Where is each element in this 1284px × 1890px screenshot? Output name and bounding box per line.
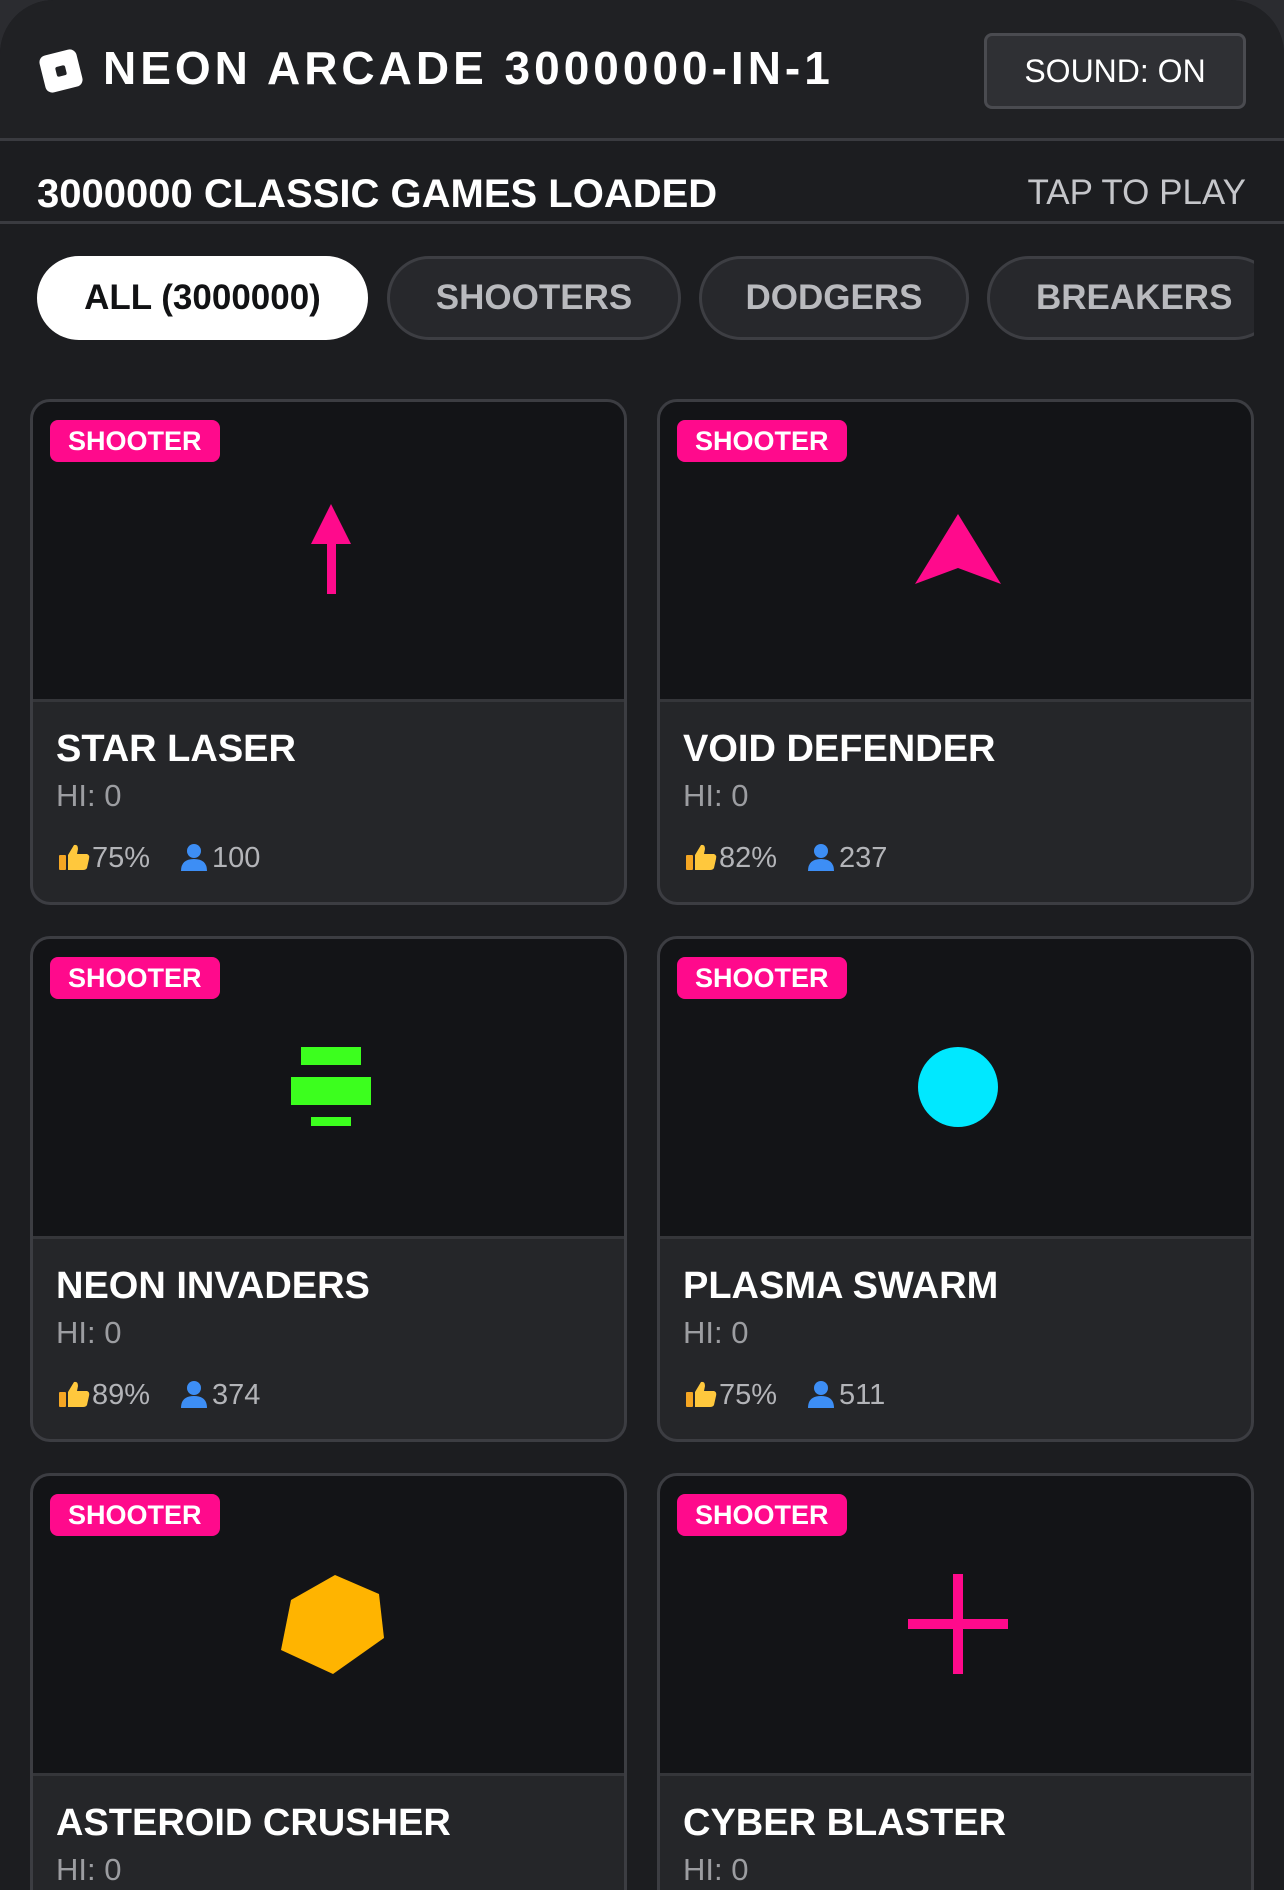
app-header: NEON ARCADE 3000000-IN-1 SOUND: ON — [0, 0, 1284, 141]
genre-badge: SHOOTER — [50, 420, 220, 462]
game-stats: 82% 237 — [683, 839, 887, 877]
rating-value: 82% — [719, 842, 778, 874]
high-score: HI: 0 — [683, 1852, 749, 1887]
game-card-plasma-swarm[interactable]: SHOOTER PLASMA SWARM HI: 0 75% 511 — [657, 936, 1254, 1442]
game-title: NEON INVADERS — [56, 1265, 370, 1307]
filter-chip-breakers[interactable]: BREAKERS — [987, 256, 1254, 340]
tap-to-play-hint: TAP TO PLAY — [1027, 173, 1246, 212]
high-score: HI: 0 — [683, 778, 749, 813]
filter-chip-all[interactable]: ALL (3000000) — [37, 256, 368, 340]
game-title: PLASMA SWARM — [683, 1265, 999, 1307]
player-count-icon — [181, 1381, 208, 1408]
genre-badge: SHOOTER — [677, 1494, 847, 1536]
game-card-star-laser[interactable]: SHOOTER STAR LASER HI: 0 75% 100 — [30, 399, 627, 905]
rating-value: 89% — [92, 1379, 151, 1411]
game-preview: SHOOTER — [33, 1476, 624, 1776]
high-score: HI: 0 — [56, 1315, 122, 1350]
rating-value: 75% — [719, 1379, 778, 1411]
thumbs-up-icon — [59, 844, 90, 870]
game-title: ASTEROID CRUSHER — [56, 1802, 451, 1844]
thumbs-up-icon — [686, 844, 717, 870]
genre-badge: SHOOTER — [50, 957, 220, 999]
game-stats: 75% 511 — [683, 1376, 885, 1414]
genre-badge: SHOOTER — [677, 957, 847, 999]
game-preview: SHOOTER — [660, 939, 1251, 1239]
game-stats: 89% 374 — [56, 1376, 260, 1414]
player-count-icon — [181, 844, 208, 871]
players-value: 237 — [839, 842, 888, 874]
game-stats: 75% 100 — [56, 839, 260, 877]
filter-chip-dodgers[interactable]: DODGERS — [699, 256, 969, 340]
genre-badge: SHOOTER — [50, 1494, 220, 1536]
player-count-icon — [808, 1381, 835, 1408]
high-score: HI: 0 — [56, 1852, 122, 1887]
thumbs-up-icon — [59, 1381, 90, 1407]
players-value: 511 — [839, 1379, 886, 1411]
game-title: VOID DEFENDER — [683, 728, 996, 770]
players-value: 100 — [212, 842, 261, 874]
game-card-cyber-blaster[interactable]: SHOOTER CYBER BLASTER HI: 0 — [657, 1473, 1254, 1890]
arcade-app: NEON ARCADE 3000000-IN-1 SOUND: ON 30000… — [0, 0, 1284, 1890]
game-card-void-defender[interactable]: SHOOTER VOID DEFENDER HI: 0 82% 237 — [657, 399, 1254, 905]
genre-badge: SHOOTER — [677, 420, 847, 462]
dice-logo-icon — [39, 49, 83, 93]
high-score: HI: 0 — [683, 1315, 749, 1350]
players-value: 374 — [212, 1379, 261, 1411]
rating-value: 75% — [92, 842, 151, 874]
game-card-neon-invaders[interactable]: SHOOTER NEON INVADERS HI: 0 89% 374 — [30, 936, 627, 1442]
category-filter-bar: ALL (3000000) SHOOTERS DODGERS BREAKERS — [0, 256, 1254, 340]
game-preview: SHOOTER — [660, 1476, 1251, 1776]
thumbs-up-icon — [686, 1381, 717, 1407]
player-count-icon — [808, 844, 835, 871]
game-title: CYBER BLASTER — [683, 1802, 1007, 1844]
game-preview: SHOOTER — [660, 402, 1251, 702]
game-card-asteroid-crusher[interactable]: SHOOTER ASTEROID CRUSHER HI: 0 — [30, 1473, 627, 1890]
game-preview: SHOOTER — [33, 939, 624, 1239]
game-preview: SHOOTER — [33, 402, 624, 702]
sound-toggle-button[interactable]: SOUND: ON — [984, 33, 1246, 109]
status-bar: 3000000 CLASSIC GAMES LOADED TAP TO PLAY — [0, 141, 1284, 224]
app-title: NEON ARCADE 3000000-IN-1 — [103, 42, 834, 94]
filter-chip-shooters[interactable]: SHOOTERS — [387, 256, 681, 340]
high-score: HI: 0 — [56, 778, 122, 813]
games-loaded-text: 3000000 CLASSIC GAMES LOADED — [37, 172, 718, 216]
game-title: STAR LASER — [56, 728, 296, 770]
